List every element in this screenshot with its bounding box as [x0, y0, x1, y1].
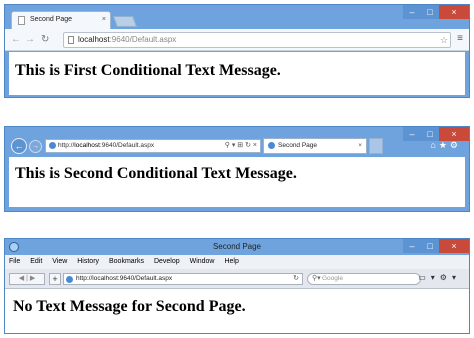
reload-icon[interactable]: ↻	[41, 34, 49, 46]
tab-strip: Second Page ×	[5, 5, 469, 29]
ie-page-icon	[49, 142, 56, 149]
address-bar[interactable]: http://localhost:9640/Default.aspx ⚲ ▾ ⊞…	[45, 139, 261, 153]
message-text: No Text Message for Second Page.	[13, 298, 246, 315]
message-text: This is Second Conditional Text Message.	[15, 165, 297, 182]
address-bar[interactable]: http://localhost:9640/Default.aspx ↻	[63, 273, 303, 285]
close-button[interactable]: ×	[439, 127, 469, 141]
forward-arrow-icon[interactable]: →	[25, 34, 35, 46]
ie-page-icon	[268, 142, 275, 149]
page-icon	[68, 36, 74, 44]
minimize-button[interactable]: –	[403, 5, 421, 19]
tab-close-icon[interactable]: ×	[358, 139, 362, 153]
maximize-button[interactable]: □	[421, 239, 439, 253]
new-tab-button[interactable]	[112, 16, 138, 27]
page-content: No Text Message for Second Page.	[5, 290, 469, 333]
minimize-button[interactable]: –	[403, 127, 421, 141]
minimize-button[interactable]: –	[403, 239, 421, 253]
chrome-window: Second Page × – □ × ← → ↻ localhost:9640…	[4, 4, 470, 98]
message-text: This is First Conditional Text Message.	[15, 62, 281, 79]
menu-develop[interactable]: Develop	[154, 258, 180, 265]
menu-window[interactable]: Window	[190, 258, 215, 265]
menu-file[interactable]: File	[9, 258, 20, 265]
menu-bar: File Edit View History Bookmarks Develop…	[5, 255, 469, 269]
search-placeholder: Google	[322, 275, 343, 282]
toolbar: ← → http://localhost:9640/Default.aspx ⚲…	[5, 127, 469, 157]
safari-window: Second Page – □ × File Edit View History…	[4, 238, 470, 334]
page-settings-icons[interactable]: ▭▾⚙▾	[418, 273, 461, 282]
tab-title: Second Page	[278, 142, 318, 149]
url-text: http://localhost:9640/Default.aspx	[76, 275, 173, 282]
url-host: localhost	[78, 35, 110, 44]
close-button[interactable]: ×	[439, 5, 469, 19]
window-controls: – □ ×	[403, 5, 469, 19]
safari-logo-icon	[9, 242, 19, 252]
page-content: This is First Conditional Text Message.	[9, 52, 465, 95]
tab-second-page[interactable]: Second Page ×	[263, 138, 367, 154]
window-controls: – □ ×	[403, 127, 469, 141]
search-field[interactable]: ⚲▾ Google	[307, 273, 421, 285]
toolbar: ← → ↻ localhost:9640/Default.aspx ☆ ≡	[5, 29, 469, 51]
tab-title: Second Page	[30, 16, 73, 23]
omnibox[interactable]: localhost:9640/Default.aspx ☆	[63, 32, 451, 48]
menu-view[interactable]: View	[52, 258, 67, 265]
url-text: http://localhost:9640/Default.aspx	[58, 142, 155, 149]
back-arrow-icon[interactable]: ←	[11, 138, 27, 154]
toolbar: ◀ | ▶ + http://localhost:9640/Default.as…	[5, 269, 469, 289]
window-title: Second Page	[212, 242, 262, 251]
menu-edit[interactable]: Edit	[30, 258, 42, 265]
title-bar: Second Page	[5, 239, 469, 255]
ie-window: ← → http://localhost:9640/Default.aspx ⚲…	[4, 126, 470, 212]
forward-arrow-icon[interactable]: →	[29, 140, 42, 153]
add-bookmark-button[interactable]: +	[49, 273, 61, 285]
menu-bookmarks[interactable]: Bookmarks	[109, 258, 144, 265]
page-icon	[66, 276, 73, 283]
tab-second-page[interactable]: Second Page ×	[11, 11, 111, 29]
back-forward-buttons[interactable]: ◀ | ▶	[9, 273, 45, 285]
maximize-button[interactable]: □	[421, 5, 439, 19]
maximize-button[interactable]: □	[421, 127, 439, 141]
home-star-gear-icons[interactable]: ⌂★⚙	[430, 140, 461, 151]
new-tab-button[interactable]	[369, 138, 383, 154]
search-refresh-icons[interactable]: ⚲ ▾ ⊞ ↻ ×	[225, 140, 257, 152]
menu-icon[interactable]: ≡	[457, 33, 463, 44]
tab-close-icon[interactable]: ×	[102, 12, 106, 28]
search-icon: ⚲▾	[312, 275, 321, 282]
back-arrow-icon[interactable]: ←	[11, 34, 21, 46]
close-button[interactable]: ×	[439, 239, 469, 253]
reload-icon[interactable]: ↻	[293, 274, 299, 284]
window-controls: – □ ×	[403, 239, 469, 253]
menu-help[interactable]: Help	[224, 258, 238, 265]
page-icon	[18, 16, 25, 25]
star-icon[interactable]: ☆	[440, 33, 448, 47]
url-path: :9640/Default.aspx	[109, 35, 177, 44]
menu-history[interactable]: History	[77, 258, 99, 265]
page-content: This is Second Conditional Text Message.	[9, 157, 465, 207]
